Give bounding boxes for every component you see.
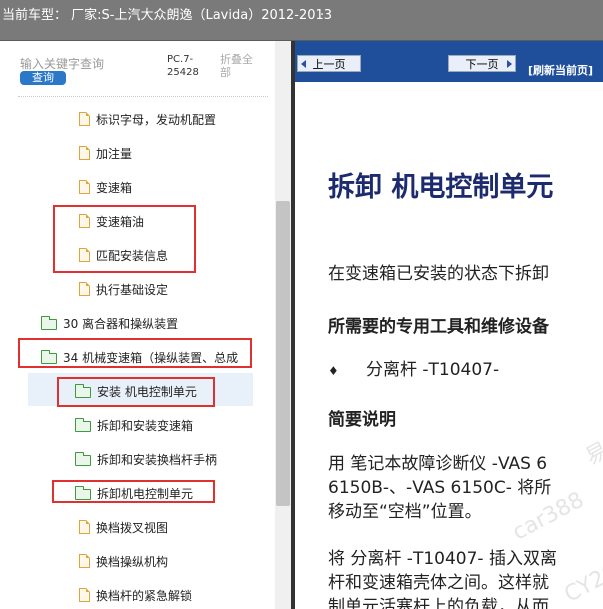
- next-page-button[interactable]: 下一页: [448, 55, 516, 72]
- collapse-all-button[interactable]: 折叠全部: [220, 53, 260, 79]
- step-line: 杆和变速箱壳体之间。这样就: [328, 573, 549, 593]
- watermark-text: 易: [581, 438, 603, 471]
- tree-item-label: 拆卸和安装换档杆手柄: [97, 452, 218, 467]
- tree-item-shift-knob[interactable]: 拆卸和安装换档杆手柄: [75, 447, 217, 471]
- content-panel: 上一页 下一页 [刷新当前页] 拆卸 机电控制单元 在变速箱已安装的状态下拆卸 …: [295, 41, 603, 609]
- tree-item-engine-config[interactable]: 标识字母，发动机配置: [79, 107, 216, 131]
- tools-heading: 所需要的专用工具和维修设备: [328, 317, 549, 337]
- prev-page-button[interactable]: 上一页: [297, 55, 361, 72]
- tree-item-clutch[interactable]: 30 离合器和操纵装置: [41, 311, 178, 335]
- header-dot: .: [320, 4, 325, 19]
- refresh-page-link[interactable]: [刷新当前页]: [528, 62, 593, 78]
- tree-item-label: 30 离合器和操纵装置: [63, 316, 179, 331]
- tree-item-label: 加注量: [96, 146, 133, 161]
- brief-heading: 简要说明: [328, 410, 396, 430]
- left-panel: 输入关键字查询 查询 PC.7-25428 折叠全部 标识字母，发动机配置 加注…: [0, 41, 291, 609]
- step-line: 制单元活塞杆上的负载，从而: [328, 597, 549, 609]
- folder-icon: [41, 315, 57, 330]
- highlight-box: [18, 338, 252, 368]
- folder-icon: [75, 417, 91, 432]
- document-icon: [79, 146, 90, 160]
- page-title: 拆卸 机电控制单元: [328, 172, 554, 203]
- document-icon: [79, 520, 90, 534]
- search-box: 输入关键字查询 查询 PC.7-25428 折叠全部: [0, 41, 275, 97]
- pc-code: PC.7-25428: [167, 54, 199, 78]
- top-bar: 当前车型： 厂家:S-上汽大众朗逸（Lavida）2012-2013 .: [0, 0, 603, 41]
- arrow-left-icon: [301, 60, 306, 68]
- tree-item-basic-setting[interactable]: 执行基础设定: [79, 277, 168, 301]
- tree-item-label: 标识字母，发动机配置: [96, 112, 217, 127]
- document-icon: [79, 112, 90, 126]
- document-icon: [79, 588, 90, 602]
- bullet-icon: ♦: [328, 364, 339, 378]
- brief-line: 移动至“空档”位置。: [328, 502, 482, 522]
- tree-item-label: 换档杆的紧急解锁: [96, 588, 193, 603]
- arrow-right-icon: [507, 60, 512, 68]
- highlight-box: [57, 377, 215, 407]
- tree-item-fill-capacity[interactable]: 加注量: [79, 141, 132, 165]
- document-icon: [79, 180, 90, 194]
- tree-item-emergency-release[interactable]: 换档杆的紧急解锁: [79, 583, 192, 607]
- scrollbar-thumb[interactable]: [276, 201, 290, 506]
- left-scrollbar[interactable]: [275, 41, 291, 609]
- highlight-box: [53, 205, 196, 273]
- search-divider: [18, 96, 268, 97]
- watermark-text: CY20: [560, 559, 603, 608]
- document-icon: [79, 282, 90, 296]
- brief-line: 用 笔记本故障诊断仪 -VAS 6: [328, 454, 548, 474]
- tree-item-gearbox[interactable]: 变速箱: [79, 175, 132, 199]
- tree-item-remove-install-gearbox[interactable]: 拆卸和安装变速箱: [75, 413, 193, 437]
- search-input[interactable]: 输入关键字查询: [20, 55, 104, 72]
- tree-item-label: 变速箱: [96, 180, 133, 195]
- tool-item: 分离杆 -T10407-: [366, 360, 500, 380]
- tree-item-label: 执行基础设定: [96, 282, 169, 297]
- page-nav-bar: 上一页 下一页 [刷新当前页]: [295, 41, 603, 82]
- tree-item-label: 换档拨叉视图: [96, 520, 169, 535]
- query-button[interactable]: 查询: [20, 71, 66, 85]
- tree-item-shift-fork-view[interactable]: 换档拨叉视图: [79, 515, 168, 539]
- brief-line: 6150B-、-VAS 6150C- 将所: [328, 478, 552, 498]
- tree-item-shift-mechanism[interactable]: 换档操纵机构: [79, 549, 168, 573]
- folder-icon: [75, 451, 91, 466]
- tree-item-label: 换档操纵机构: [96, 554, 169, 569]
- tree-item-label: 拆卸和安装变速箱: [97, 418, 194, 433]
- current-car-model: 当前车型： 厂家:S-上汽大众朗逸（Lavida）2012-2013: [2, 8, 333, 23]
- document-icon: [79, 554, 90, 568]
- intro-text: 在变速箱已安装的状态下拆卸: [328, 264, 549, 284]
- highlight-box: [52, 480, 215, 503]
- step-line: 将 分离杆 -T10407- 插入双离: [328, 549, 557, 569]
